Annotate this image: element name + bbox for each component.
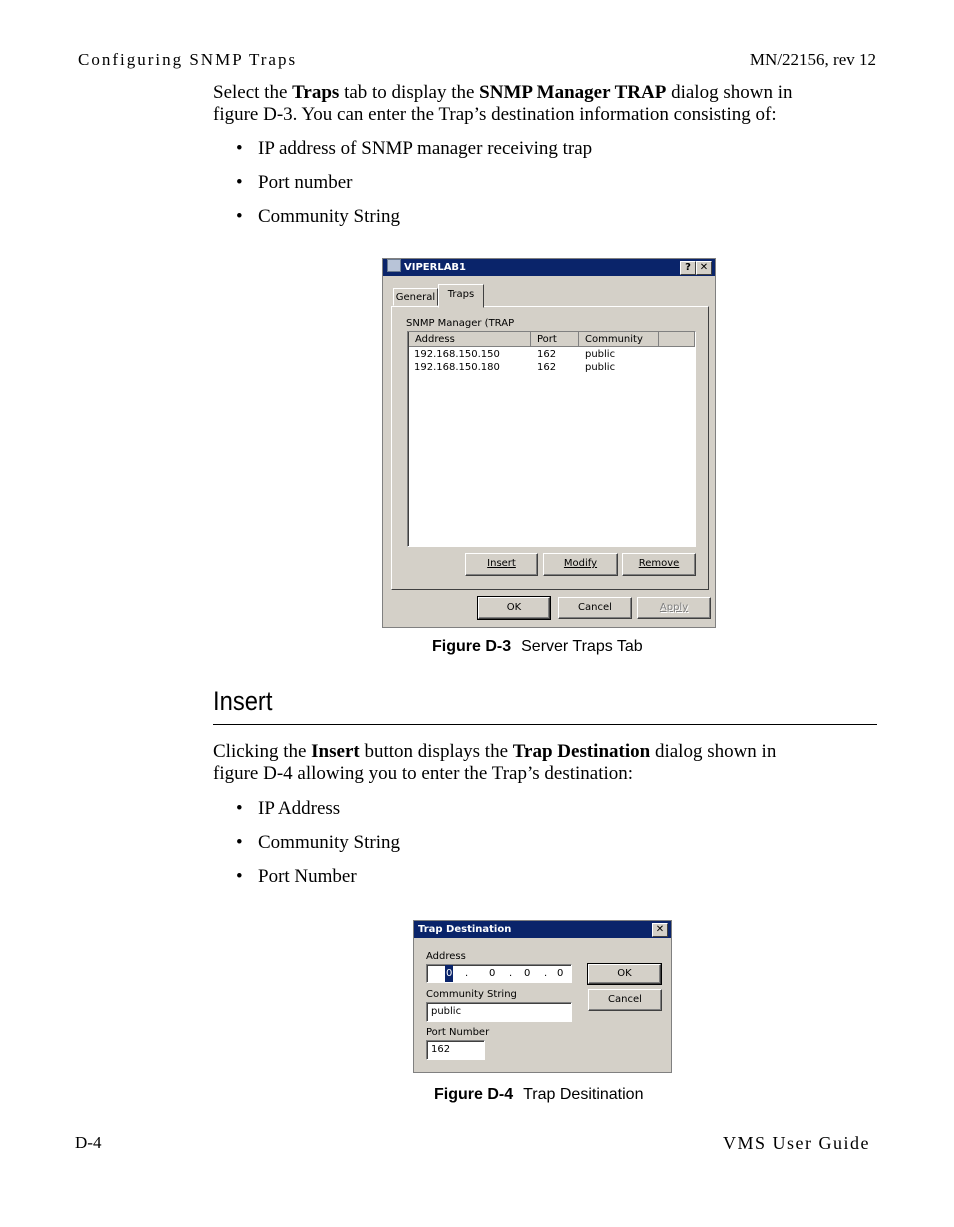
dialog-title: VIPERLAB1 xyxy=(404,262,467,273)
group-label: SNMP Manager (TRAP xyxy=(406,318,515,329)
cancel-button[interactable]: Cancel xyxy=(588,989,662,1011)
port-number-input[interactable]: 162 xyxy=(426,1040,485,1060)
octet-1[interactable]: 0 xyxy=(445,965,454,982)
bullet-item: • Community String xyxy=(236,832,400,853)
table-row[interactable]: 192.168.150.150 162 public xyxy=(408,348,695,361)
bullet-text: IP address of SNMP manager receiving tra… xyxy=(258,138,593,159)
bullet-item: • IP Address xyxy=(236,798,341,819)
octet-separator: . xyxy=(465,968,469,979)
column-header-address[interactable]: Address xyxy=(409,332,531,347)
footer-doc-title: VMS User Guide xyxy=(723,1133,870,1153)
table-row[interactable]: 192.168.150.180 162 public xyxy=(408,361,695,374)
server-icon xyxy=(387,259,401,272)
text: button displays the xyxy=(359,741,513,762)
text: dialog shown in xyxy=(666,82,793,103)
text: figure D-4 allowing you to enter the Tra… xyxy=(213,763,634,784)
community-string-input[interactable]: public xyxy=(426,1002,572,1022)
trap-destination-dialog: Trap Destination ✕ Address 0 . 0 . 0 . 0… xyxy=(413,920,672,1073)
column-header-blank xyxy=(659,332,695,347)
section-divider xyxy=(213,724,877,725)
remove-label: Remove xyxy=(638,558,680,569)
apply-button[interactable]: Apply xyxy=(637,597,711,619)
octet-separator: . xyxy=(509,968,513,979)
modify-label: Modify xyxy=(563,558,598,569)
bullet-item: • IP address of SNMP manager receiving tr… xyxy=(236,138,593,159)
address-label: Address xyxy=(426,951,466,962)
close-button[interactable]: ✕ xyxy=(652,923,668,937)
bullet-text: Community String xyxy=(258,832,400,853)
column-header-community[interactable]: Community xyxy=(579,332,659,347)
cell-community: public xyxy=(585,362,616,373)
address-ip-field[interactable]: 0 . 0 . 0 . 0 xyxy=(426,964,572,983)
octet-4[interactable]: 0 xyxy=(557,965,563,982)
text: dialog shown in xyxy=(650,741,777,762)
section-title-insert: Insert xyxy=(213,686,273,716)
cell-port: 162 xyxy=(537,362,557,373)
trap-list[interactable]: Address Port Community 192.168.150.150 1… xyxy=(407,331,696,547)
ok-button[interactable]: OK xyxy=(477,596,551,620)
bullet-text: Port Number xyxy=(258,866,357,887)
cell-address: 192.168.150.150 xyxy=(414,349,500,360)
text: figure D-3. You can enter the Trap’s des… xyxy=(213,104,777,125)
community-label: Community String xyxy=(426,989,517,1000)
close-button[interactable]: ✕ xyxy=(696,261,712,275)
modify-button[interactable]: Modify xyxy=(543,553,618,576)
apply-label: Apply xyxy=(659,602,689,613)
page-number: D-4 xyxy=(75,1133,102,1152)
bullet-text: Port number xyxy=(258,172,353,193)
text-bold: SNMP Manager TRAP xyxy=(479,82,667,103)
port-label: Port Number xyxy=(426,1027,490,1038)
octet-2[interactable]: 0 xyxy=(489,965,495,982)
ok-button[interactable]: OK xyxy=(587,963,662,985)
caption-text: Server Traps Tab xyxy=(521,638,643,655)
column-header-port[interactable]: Port xyxy=(531,332,579,347)
dialog-titlebar: VIPERLAB1 ? ✕ xyxy=(383,259,715,276)
octet-separator: . xyxy=(544,968,548,979)
insert-paragraph: Clicking the Insert button displays the … xyxy=(213,741,877,785)
text: Clicking the xyxy=(213,741,312,762)
cell-port: 162 xyxy=(537,349,557,360)
cell-address: 192.168.150.180 xyxy=(414,362,500,373)
dialog-titlebar: Trap Destination ✕ xyxy=(414,921,671,938)
tab-traps[interactable]: Traps xyxy=(438,284,484,308)
remove-button[interactable]: Remove xyxy=(622,553,696,576)
text: Select the xyxy=(213,82,293,103)
text-bold: Traps xyxy=(292,82,340,103)
text-bold: Insert xyxy=(311,741,360,762)
bullet-item: • Port number xyxy=(236,172,353,193)
viperlab1-dialog: VIPERLAB1 ? ✕ General Traps SNMP Manager… xyxy=(382,258,716,628)
help-button[interactable]: ? xyxy=(680,261,696,275)
cancel-button[interactable]: Cancel xyxy=(558,597,632,619)
text-bold: Trap Destination xyxy=(512,741,651,762)
insert-button[interactable]: Insert xyxy=(465,553,538,576)
running-header-doc-number: MN/22156, rev 12 xyxy=(749,50,876,69)
figure-d3-caption: Figure D-3 Server Traps Tab xyxy=(432,638,643,656)
caption-text: Trap Desitination xyxy=(523,1086,644,1103)
dialog-title: Trap Destination xyxy=(418,924,512,935)
caption-label: Figure D-4 xyxy=(434,1086,514,1103)
octet-3[interactable]: 0 xyxy=(524,965,530,982)
cell-community: public xyxy=(585,349,616,360)
intro-paragraph: Select the Traps tab to display the SNMP… xyxy=(213,82,877,126)
running-header-title: Configuring SNMP Traps xyxy=(78,50,298,69)
bullet-text: Community String xyxy=(258,206,400,227)
bullet-item: • Community String xyxy=(236,206,400,227)
bullet-item: • Port Number xyxy=(236,866,357,887)
insert-label: Insert xyxy=(487,558,516,569)
figure-d4-caption: Figure D-4 Trap Desitination xyxy=(434,1086,643,1104)
bullet-text: IP Address xyxy=(258,798,341,819)
text: tab to display the xyxy=(339,82,480,103)
caption-label: Figure D-3 xyxy=(432,638,512,655)
tab-panel: SNMP Manager (TRAP Address Port Communit… xyxy=(391,306,709,590)
tab-general[interactable]: General xyxy=(393,288,438,306)
